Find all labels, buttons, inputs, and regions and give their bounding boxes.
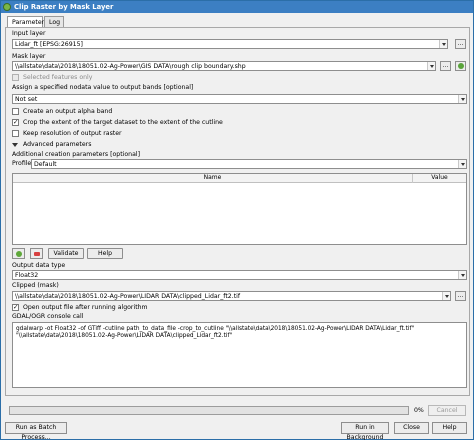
input-layer-label: Input layer (12, 30, 46, 37)
alpha-band-label: Create an output alpha band (23, 108, 113, 115)
nodata-input[interactable]: Not set (12, 94, 467, 104)
plus-icon (16, 251, 22, 257)
run-background-button[interactable]: Run in Background (341, 422, 389, 440)
output-type-value: Float32 (15, 272, 39, 279)
cancel-button[interactable]: Cancel (428, 405, 466, 416)
chevron-down-icon (458, 271, 466, 279)
column-header-name[interactable]: Name (13, 174, 413, 183)
selected-features-checkbox[interactable] (12, 74, 19, 81)
iterate-layer-button[interactable] (455, 61, 466, 71)
table-header: Name Value (13, 174, 466, 183)
mask-layer-value: \\allstate\data\2018\18051.02-Ag-Power\G… (15, 63, 246, 70)
minus-icon (34, 252, 40, 256)
selected-features-label: Selected features only (23, 74, 93, 81)
chevron-down-icon (427, 62, 435, 70)
open-output-label: Open output file after running algorithm (23, 304, 148, 311)
remove-row-button[interactable] (30, 248, 43, 259)
input-layer-value: Lidar_ft [EPSG:26915] (15, 41, 83, 48)
chevron-down-icon (458, 160, 466, 168)
table-help-button[interactable]: Help (87, 248, 123, 259)
add-row-button[interactable] (12, 248, 25, 259)
crop-extent-label: Crop the extent of the target dataset to… (23, 119, 223, 126)
progress-bar (9, 406, 409, 415)
batch-process-button[interactable]: Run as Batch Process... (5, 422, 67, 440)
chevron-down-icon (439, 40, 447, 48)
title-bar: Clip Raster by Mask Layer (1, 1, 473, 13)
clipped-output-field[interactable]: \\allstate\data\2018\18051.02-Ag-Power\L… (12, 291, 451, 301)
collapse-arrow-icon[interactable] (12, 143, 18, 147)
console-call-textbox[interactable]: gdalwarp -ot Float32 -of GTiff -cutline … (12, 322, 467, 388)
clipped-browse-button[interactable]: ... (455, 291, 466, 301)
progress-percent: 0% (414, 407, 424, 414)
clipped-output-value: \\allstate\data\2018\18051.02-Ag-Power\L… (15, 293, 241, 300)
refresh-icon (458, 63, 464, 69)
console-label: GDAL/OGR console call (12, 313, 84, 320)
profile-select[interactable]: Default (31, 159, 467, 169)
mask-layer-select[interactable]: \\allstate\data\2018\18051.02-Ag-Power\G… (12, 61, 436, 71)
window-title: Clip Raster by Mask Layer (14, 3, 114, 11)
help-button[interactable]: Help (432, 422, 467, 434)
mask-layer-label: Mask layer (12, 53, 46, 60)
parameters-panel: Input layer Lidar_ft [EPSG:26915] ... Ma… (5, 27, 470, 396)
spinner-icon[interactable] (458, 95, 466, 103)
creation-params-table[interactable]: Name Value (12, 173, 467, 245)
profile-value: Default (34, 161, 57, 168)
dialog-window: Clip Raster by Mask Layer Parameters Log… (0, 0, 474, 440)
keep-resolution-checkbox[interactable] (12, 130, 19, 137)
input-layer-select[interactable]: Lidar_ft [EPSG:26915] (12, 39, 448, 49)
qgis-logo-icon (3, 3, 11, 11)
column-header-value[interactable]: Value (413, 174, 466, 183)
chevron-down-icon (442, 292, 450, 300)
keep-resolution-label: Keep resolution of output raster (23, 130, 122, 137)
clipped-label: Clipped (mask) (12, 282, 59, 289)
alpha-band-checkbox[interactable] (12, 108, 19, 115)
output-type-select[interactable]: Float32 (12, 270, 467, 280)
open-output-checkbox[interactable] (12, 303, 19, 311)
nodata-value: Not set (15, 96, 38, 103)
output-type-label: Output data type (12, 262, 66, 269)
mask-layer-browse-button[interactable]: ... (440, 61, 451, 71)
validate-button[interactable]: Validate (48, 248, 84, 259)
crop-extent-checkbox[interactable] (12, 118, 19, 126)
input-layer-browse-button[interactable]: ... (455, 39, 466, 49)
profile-label: Profile (12, 160, 32, 167)
nodata-label: Assign a specified nodata value to outpu… (12, 84, 194, 91)
creation-params-label: Additional creation parameters [optional… (12, 151, 141, 158)
close-button[interactable]: Close (394, 422, 429, 434)
advanced-parameters-toggle[interactable]: Advanced parameters (23, 141, 91, 148)
